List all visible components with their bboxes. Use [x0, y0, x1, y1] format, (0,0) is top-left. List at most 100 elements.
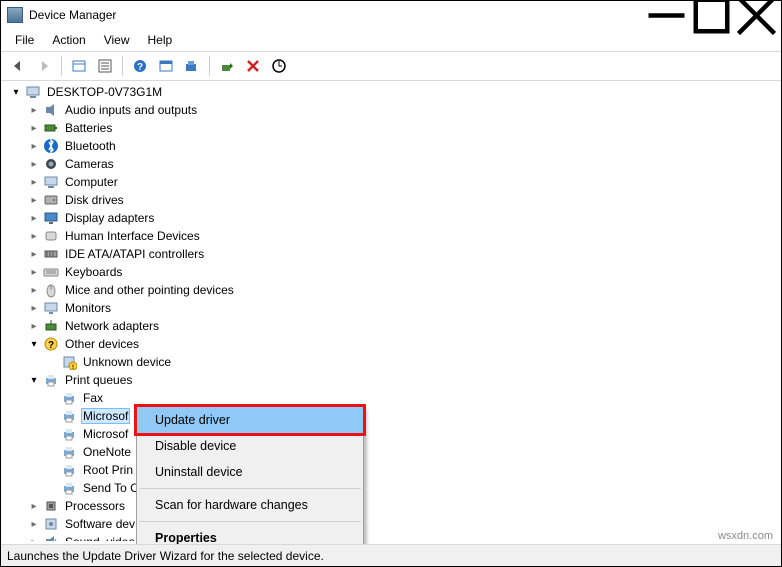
category-label: Disk drives — [63, 192, 126, 208]
tree-category[interactable]: ▸Bluetooth — [5, 137, 781, 155]
svg-text:?: ? — [48, 340, 54, 351]
chevron-right-icon[interactable]: ▸ — [27, 303, 41, 314]
chevron-right-icon[interactable]: ▸ — [27, 285, 41, 296]
menu-action[interactable]: Action — [44, 31, 93, 49]
printer-icon — [61, 444, 77, 460]
tree-category[interactable]: ▸Computer — [5, 173, 781, 191]
tree-category[interactable]: ▸ Software dev — [5, 515, 781, 533]
menu-view[interactable]: View — [96, 31, 138, 49]
tree-category[interactable]: ▸Audio inputs and outputs — [5, 101, 781, 119]
tree-category[interactable]: ▸ Keyboards — [5, 263, 781, 281]
chevron-right-icon[interactable]: ▸ — [27, 123, 41, 134]
category-label: Monitors — [63, 300, 113, 316]
cpu-icon — [43, 498, 59, 514]
scan-hardware-button[interactable] — [268, 55, 290, 77]
camera-icon — [43, 156, 59, 172]
ide-icon — [43, 246, 59, 262]
device-tree[interactable]: ▾ DESKTOP-0V73G1M ▸Audio inputs and outp… — [1, 81, 781, 541]
update-driver-button[interactable] — [181, 55, 203, 77]
tree-category[interactable]: ▸ Monitors — [5, 299, 781, 317]
toolbar-separator — [61, 56, 62, 76]
tree-category[interactable]: ▸Processors — [5, 497, 781, 515]
context-menu: Update driver Disable device Uninstall d… — [136, 406, 364, 552]
tree-category[interactable]: ▸Human Interface Devices — [5, 227, 781, 245]
tree-category[interactable]: ▸Display adapters — [5, 209, 781, 227]
item-label: Microsof — [81, 408, 130, 424]
toolbar-separator — [209, 56, 210, 76]
tree-category-other-devices[interactable]: ▾ ? Other devices — [5, 335, 781, 353]
help-button[interactable]: ? — [129, 55, 151, 77]
category-label: Mice and other pointing devices — [63, 282, 236, 298]
chevron-down-icon[interactable]: ▾ — [9, 87, 23, 98]
menu-help[interactable]: Help — [140, 31, 181, 49]
tree-category-print-queues[interactable]: ▾ Print queues — [5, 371, 781, 389]
chevron-right-icon[interactable]: ▸ — [27, 105, 41, 116]
battery-icon — [43, 120, 59, 136]
enable-device-button[interactable] — [216, 55, 238, 77]
printer-icon — [61, 426, 77, 442]
tree-category[interactable]: ▸ Mice and other pointing devices — [5, 281, 781, 299]
chevron-right-icon[interactable]: ▸ — [27, 195, 41, 206]
maximize-button[interactable] — [689, 1, 734, 29]
category-label: Software dev — [63, 516, 137, 532]
statusbar-text: Launches the Update Driver Wizard for th… — [7, 549, 324, 563]
forward-button[interactable] — [33, 55, 55, 77]
chevron-down-icon[interactable]: ▾ — [27, 375, 41, 386]
keyboard-icon — [43, 264, 59, 280]
printer-icon — [61, 480, 77, 496]
tree-item[interactable]: Microsof — [5, 425, 781, 443]
tree-item[interactable]: OneNote — [5, 443, 781, 461]
printer-icon — [61, 408, 77, 424]
category-label: Print queues — [63, 372, 134, 388]
menu-item-disable-device[interactable]: Disable device — [137, 433, 363, 459]
chevron-right-icon[interactable]: ▸ — [27, 249, 41, 260]
chevron-right-icon[interactable]: ▸ — [27, 177, 41, 188]
tree-item[interactable]: Send To C — [5, 479, 781, 497]
bluetooth-icon — [43, 138, 59, 154]
chevron-right-icon[interactable]: ▸ — [27, 537, 41, 542]
sound-icon — [43, 534, 59, 541]
printer-icon — [61, 462, 77, 478]
menu-file[interactable]: File — [7, 31, 42, 49]
tree-category[interactable]: ▸ Cameras — [5, 155, 781, 173]
chevron-right-icon[interactable]: ▸ — [27, 519, 41, 530]
tree-category[interactable]: ▸IDE ATA/ATAPI controllers — [5, 245, 781, 263]
uninstall-device-button[interactable] — [242, 55, 264, 77]
properties-button[interactable] — [94, 55, 116, 77]
category-label: Cameras — [63, 156, 116, 172]
minimize-button[interactable] — [644, 1, 689, 29]
tree-item[interactable]: Microsof — [5, 407, 781, 425]
category-label: Keyboards — [63, 264, 124, 280]
chevron-right-icon[interactable]: ▸ — [27, 141, 41, 152]
chevron-down-icon[interactable]: ▾ — [27, 339, 41, 350]
category-label: Network adapters — [63, 318, 161, 334]
tree-category[interactable]: ▸ Disk drives — [5, 191, 781, 209]
chevron-right-icon[interactable]: ▸ — [27, 501, 41, 512]
toolbar-separator — [122, 56, 123, 76]
root-label: DESKTOP-0V73G1M — [45, 84, 164, 100]
show-devices-button[interactable] — [155, 55, 177, 77]
chevron-right-icon[interactable]: ▸ — [27, 213, 41, 224]
show-hidden-button[interactable] — [68, 55, 90, 77]
chevron-right-icon[interactable]: ▸ — [27, 159, 41, 170]
tree-category[interactable]: ▸ Network adapters — [5, 317, 781, 335]
chevron-right-icon[interactable]: ▸ — [27, 267, 41, 278]
tree-item-unknown-device[interactable]: ! Unknown device — [5, 353, 781, 371]
back-button[interactable] — [7, 55, 29, 77]
svg-text:?: ? — [137, 62, 143, 73]
close-button[interactable] — [734, 1, 779, 29]
item-label: Send To C — [81, 480, 141, 496]
computer-icon — [43, 174, 59, 190]
chevron-right-icon[interactable]: ▸ — [27, 321, 41, 332]
tree-item[interactable]: Root Prin — [5, 461, 781, 479]
chevron-right-icon[interactable]: ▸ — [27, 231, 41, 242]
tree-item[interactable]: Fax — [5, 389, 781, 407]
tree-root[interactable]: ▾ DESKTOP-0V73G1M — [5, 83, 781, 101]
hid-icon — [43, 228, 59, 244]
tree-category[interactable]: ▸Sound, video — [5, 533, 781, 541]
menu-item-uninstall-device[interactable]: Uninstall device — [137, 459, 363, 485]
tree-category[interactable]: ▸Batteries — [5, 119, 781, 137]
watermark: wsxdn.com — [718, 530, 773, 542]
menu-item-scan-hardware[interactable]: Scan for hardware changes — [137, 492, 363, 518]
menu-item-update-driver[interactable]: Update driver — [134, 404, 366, 436]
